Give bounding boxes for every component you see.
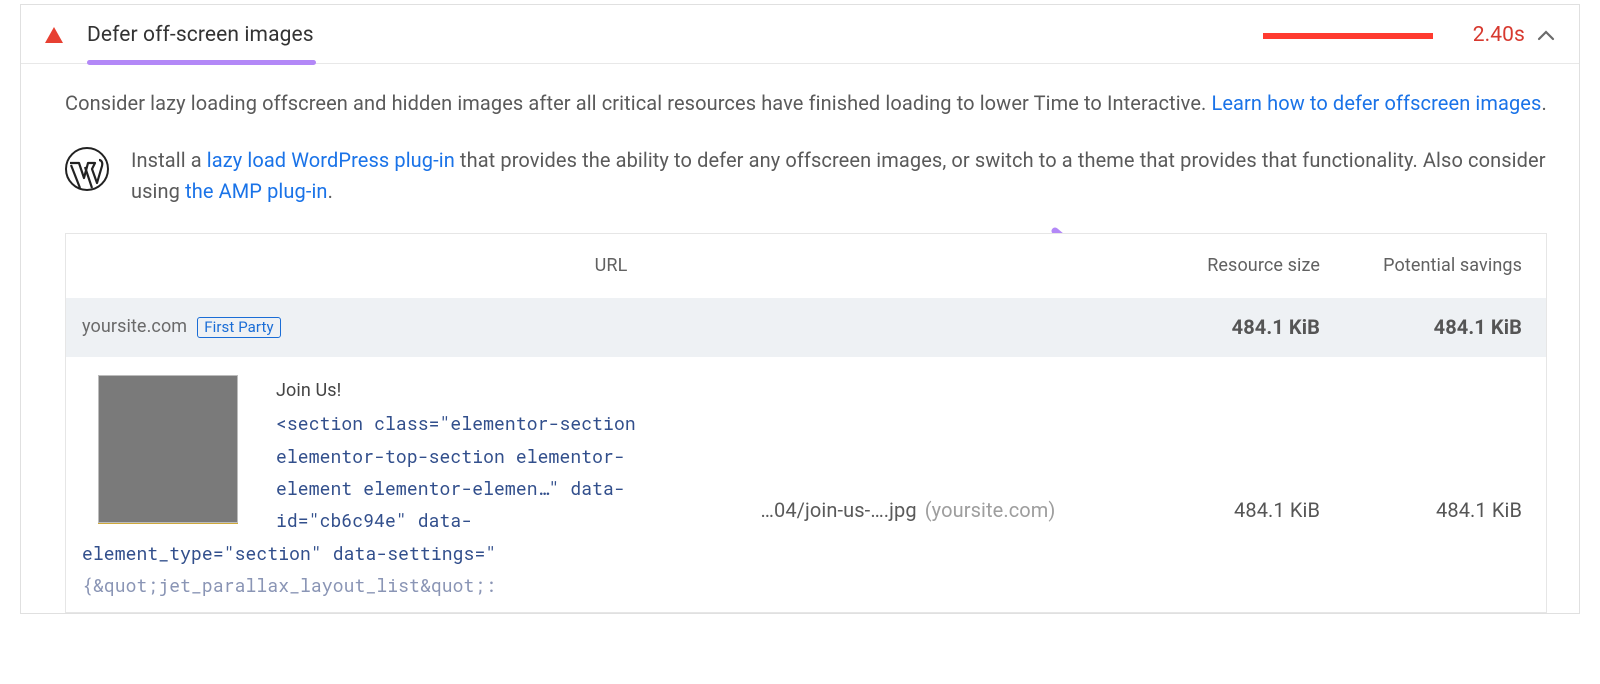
- wordpress-icon: [65, 147, 109, 191]
- learn-more-link[interactable]: Learn how to defer offscreen images: [1211, 91, 1541, 115]
- audit-header[interactable]: Defer off-screen images 2.40s: [21, 5, 1579, 64]
- group-size: 484.1 KiB: [1140, 312, 1330, 343]
- desc-text-pre: Consider lazy loading offscreen and hidd…: [65, 91, 1211, 115]
- sparkline-bar: [1263, 33, 1433, 39]
- resource-savings: 484.1 KiB: [1330, 375, 1530, 526]
- col-header-url: URL: [82, 252, 1140, 280]
- details-table: URL Resource size Potential savings your…: [65, 233, 1547, 613]
- table-row: Join Us! <section class="elementor-secti…: [66, 357, 1546, 537]
- details-table-wrap: URL Resource size Potential savings your…: [65, 233, 1547, 613]
- chevron-up-icon[interactable]: [1537, 29, 1555, 41]
- group-host: yoursite.com: [82, 313, 187, 341]
- group-row: yoursite.com First Party 484.1 KiB 484.1…: [66, 298, 1546, 357]
- desc-text-post: .: [1541, 91, 1546, 115]
- resource-snippet-overflow: element_type="section" data-settings=" {…: [66, 537, 1546, 612]
- col-header-savings: Potential savings: [1330, 252, 1530, 280]
- resource-origin: (yoursite.com): [925, 495, 1056, 526]
- resource-title: Join Us!: [276, 375, 676, 407]
- audit-body: Consider lazy loading offscreen and hidd…: [21, 64, 1579, 613]
- resource-snippet: Join Us! <section class="elementor-secti…: [276, 375, 676, 537]
- amp-plugin-link[interactable]: the AMP plug-in: [185, 179, 328, 203]
- lazy-load-plugin-link[interactable]: lazy load WordPress plug-in: [207, 148, 455, 172]
- resource-size: 484.1 KiB: [1140, 375, 1330, 526]
- stack-advice-text: Install a lazy load WordPress plug-in th…: [131, 145, 1547, 207]
- audit-panel: Defer off-screen images 2.40s Consider l…: [20, 4, 1580, 614]
- audit-title-text: Defer off-screen images: [87, 23, 314, 47]
- audit-description: Consider lazy loading offscreen and hidd…: [65, 88, 1547, 119]
- audit-time: 2.40s: [1473, 23, 1525, 47]
- table-header: URL Resource size Potential savings: [66, 234, 1546, 298]
- col-header-size: Resource size: [1140, 252, 1330, 280]
- resource-url: …04/join-us-….jpg (yoursite.com): [676, 375, 1140, 526]
- stack-advice-row: Install a lazy load WordPress plug-in th…: [65, 145, 1547, 207]
- triangle-fail-icon: [45, 27, 63, 43]
- image-thumbnail: [98, 375, 238, 523]
- resource-path: …04/join-us-….jpg: [761, 495, 917, 526]
- annotation-underline: [87, 60, 316, 65]
- group-savings: 484.1 KiB: [1330, 312, 1530, 343]
- first-party-badge: First Party: [197, 317, 281, 339]
- audit-title: Defer off-screen images: [87, 23, 314, 47]
